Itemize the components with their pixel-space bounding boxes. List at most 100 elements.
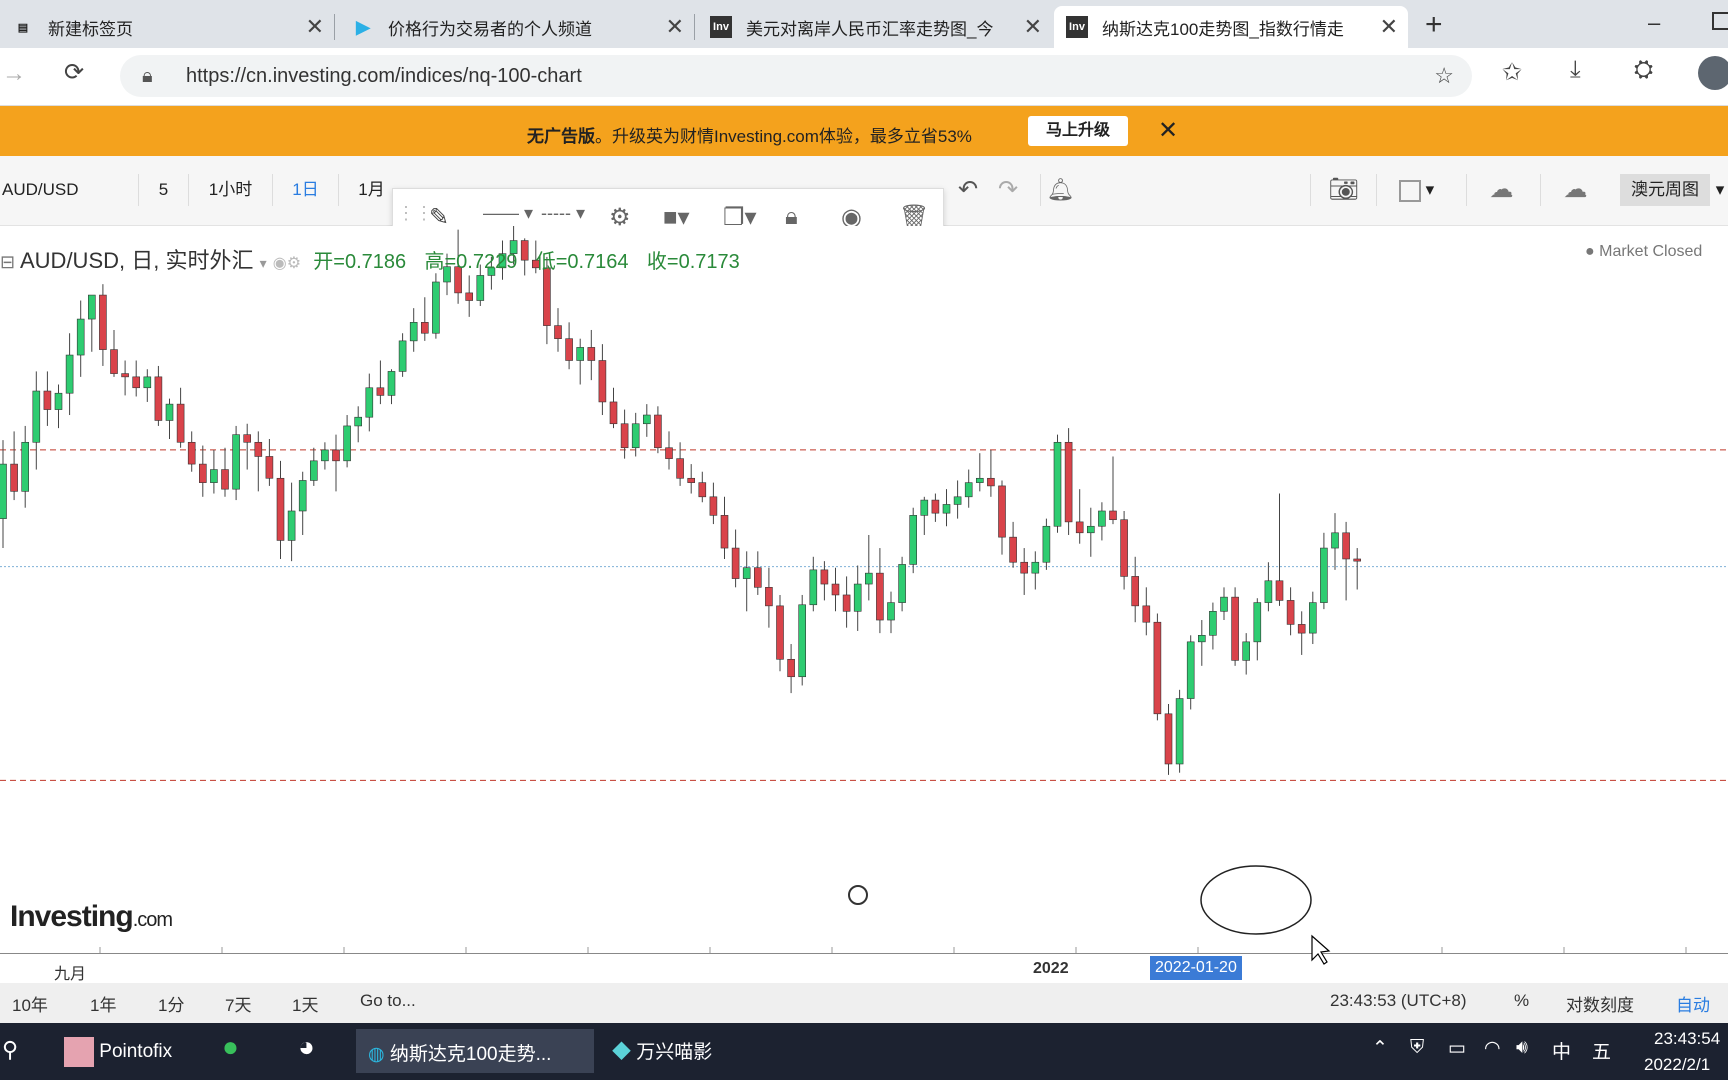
candle-body[interactable] xyxy=(753,567,762,588)
candle-body[interactable] xyxy=(576,347,585,361)
close-icon[interactable]: ✕ xyxy=(666,14,684,40)
candle-body[interactable] xyxy=(554,325,562,339)
dropdown-icon[interactable]: ▾ xyxy=(260,255,267,271)
download-icon[interactable]: ⤓ xyxy=(1570,56,1581,84)
refresh-icon[interactable]: ⟳ xyxy=(64,58,84,87)
candle-body[interactable] xyxy=(787,658,795,678)
alert-bell-icon[interactable]: 🔔︎ xyxy=(1040,174,1080,206)
candle-body[interactable] xyxy=(909,515,918,565)
candle-body[interactable] xyxy=(1320,547,1328,603)
candle-body[interactable] xyxy=(1198,634,1206,643)
candle-body[interactable] xyxy=(265,456,274,479)
candle-body[interactable] xyxy=(887,602,895,621)
candle-body[interactable] xyxy=(1242,641,1250,661)
minimize-icon[interactable]: – xyxy=(1648,10,1660,36)
candle-body[interactable] xyxy=(354,416,363,427)
candle-body[interactable] xyxy=(642,414,651,425)
candle-body[interactable] xyxy=(132,376,140,389)
candle-body[interactable] xyxy=(1286,600,1295,625)
close-icon[interactable]: ✕ xyxy=(1024,14,1042,40)
range-10y[interactable]: 10年 xyxy=(12,991,48,1016)
candle-body[interactable] xyxy=(1098,510,1106,527)
chart-style-select[interactable]: ▾ xyxy=(1376,174,1456,206)
range-1d[interactable]: 1天 xyxy=(292,991,318,1016)
candle-body[interactable] xyxy=(798,604,807,678)
candle-body[interactable] xyxy=(742,567,751,579)
candle-body[interactable] xyxy=(176,403,185,443)
candle-body[interactable] xyxy=(898,564,906,603)
collapse-icon[interactable]: ⊟ xyxy=(0,252,15,272)
ime-indicator[interactable]: 中 xyxy=(1552,1037,1571,1064)
range-7d[interactable]: 7天 xyxy=(225,991,251,1016)
eye-icon[interactable]: ◉⚙ xyxy=(273,255,301,272)
candle-body[interactable] xyxy=(987,477,995,487)
candle-body[interactable] xyxy=(420,322,429,334)
candle-body[interactable] xyxy=(254,441,263,457)
candle-body[interactable] xyxy=(876,572,884,621)
url-text[interactable]: https://cn.investing.com/indices/nq-100-… xyxy=(186,65,582,88)
candle-body[interactable] xyxy=(343,425,351,462)
candle-body[interactable] xyxy=(1164,713,1173,765)
wechat-icon[interactable]: ● xyxy=(222,1031,239,1063)
maximize-icon[interactable] xyxy=(1712,12,1728,30)
candle-body[interactable] xyxy=(1220,596,1228,612)
candle-body[interactable] xyxy=(1064,441,1073,523)
search-icon[interactable]: ⚲ xyxy=(2,1037,18,1063)
forward-icon[interactable]: → xyxy=(2,60,26,88)
candle-body[interactable] xyxy=(698,482,707,498)
candle-body[interactable] xyxy=(143,376,152,389)
undo-icon[interactable]: ↶ xyxy=(948,174,988,206)
upgrade-button[interactable]: 马上升级 xyxy=(1028,116,1128,146)
candle-body[interactable] xyxy=(1275,580,1284,601)
candle-body[interactable] xyxy=(1186,641,1195,699)
candle-body[interactable] xyxy=(0,463,7,519)
candle-body[interactable] xyxy=(598,360,607,403)
candle-body[interactable] xyxy=(221,469,229,490)
candle-body[interactable] xyxy=(654,414,662,449)
redo-icon[interactable]: ↷ xyxy=(988,174,1028,206)
candle-body[interactable] xyxy=(1342,532,1350,560)
candle-body[interactable] xyxy=(409,322,418,342)
candle-body[interactable] xyxy=(1175,698,1184,765)
filmora-app[interactable]: ◆ 万兴喵影 xyxy=(612,1037,712,1064)
camera-icon[interactable]: 📷︎ xyxy=(1310,174,1376,206)
candle-body[interactable] xyxy=(1009,536,1017,563)
candle-body[interactable] xyxy=(1264,580,1273,603)
symbol-input[interactable]: AUD/USD xyxy=(0,174,138,206)
candle-body[interactable] xyxy=(587,347,596,361)
candle-body[interactable] xyxy=(975,477,984,483)
candle-body[interactable] xyxy=(54,392,63,410)
candle-body[interactable] xyxy=(76,318,85,356)
candle-body[interactable] xyxy=(309,460,318,481)
candle-body[interactable] xyxy=(942,504,951,514)
interval-1h[interactable]: 1小时 xyxy=(188,174,272,206)
candle-body[interactable] xyxy=(776,605,784,660)
candlestick-chart[interactable] xyxy=(0,224,1728,953)
candle-body[interactable] xyxy=(10,463,18,492)
extensions-icon[interactable]: ⛭ xyxy=(1634,56,1653,84)
cloud-upload-icon[interactable]: ☁︎ xyxy=(1540,174,1610,206)
line-width-select[interactable]: —— ▾ xyxy=(483,203,533,224)
chart-area[interactable] xyxy=(0,224,1728,953)
candle-body[interactable] xyxy=(931,499,940,514)
range-1min[interactable]: 1分 xyxy=(158,991,184,1016)
close-icon[interactable]: ✕ xyxy=(1158,116,1178,145)
url-box[interactable]: 🔒︎ https://cn.investing.com/indices/nq-1… xyxy=(120,55,1472,97)
candle-body[interactable] xyxy=(476,275,485,301)
ime-mode-indicator[interactable]: 五 xyxy=(1592,1037,1611,1064)
candle-body[interactable] xyxy=(1253,602,1262,643)
tab-channel[interactable]: ▶ 价格行为交易者的个人频道 ✕ xyxy=(340,6,694,48)
candle-body[interactable] xyxy=(731,547,740,579)
close-icon[interactable]: ✕ xyxy=(306,14,324,40)
tab-usdcnh[interactable]: Inv 美元对离岸人民币汇率走势图_今 ✕ xyxy=(698,6,1052,48)
candle-body[interactable] xyxy=(321,449,329,462)
volume-icon[interactable]: 🔊︎ xyxy=(1516,1037,1528,1059)
candle-body[interactable] xyxy=(199,463,207,483)
candle-body[interactable] xyxy=(121,373,129,378)
candle-body[interactable] xyxy=(243,434,251,443)
pointofix-app[interactable]: Pointofix xyxy=(64,1037,172,1067)
candle-body[interactable] xyxy=(665,447,673,459)
candle-body[interactable] xyxy=(1131,576,1139,607)
candle-body[interactable] xyxy=(298,480,307,512)
new-tab-icon[interactable]: + xyxy=(1425,8,1443,42)
